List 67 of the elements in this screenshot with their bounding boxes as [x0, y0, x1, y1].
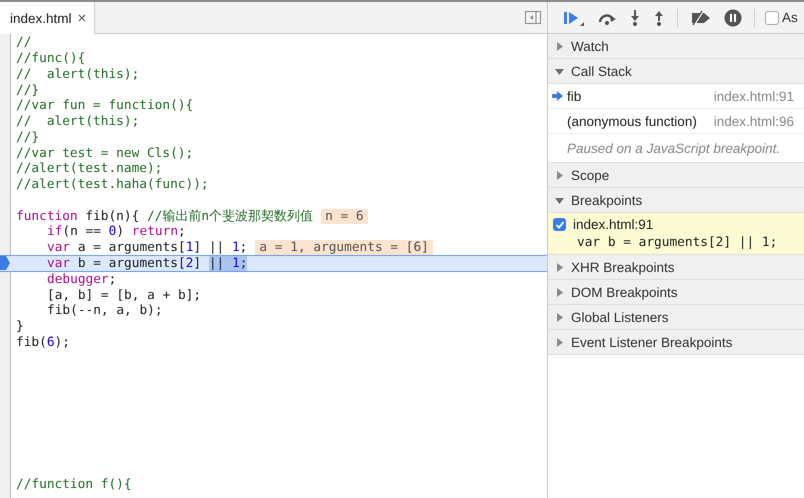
deactivate-breakpoints-icon[interactable] [690, 10, 712, 26]
frame-location: index.html:91 [714, 88, 794, 104]
section-title: Global Listeners [571, 310, 669, 324]
disclosure-triangle-icon[interactable] [555, 170, 564, 180]
code-line: //function f(){ [16, 476, 132, 492]
code-line: debugger; [47, 272, 116, 287]
breakpoint-checkbox[interactable] [553, 218, 566, 231]
code-line: //alert(test.haha(func)); [16, 177, 209, 192]
code-line: //} [16, 130, 40, 145]
code-line: [a, b] = [b, a + b]; [47, 288, 202, 303]
call-frame[interactable]: (anonymous function) index.html:96 [548, 109, 804, 134]
code-line: //alert(test.name); [16, 161, 162, 176]
disclosure-triangle-icon[interactable] [555, 42, 564, 50]
file-tab[interactable]: index.html × [0, 2, 96, 34]
section-title: XHR Breakpoints [571, 260, 675, 274]
disclosure-triangle-icon[interactable] [555, 338, 564, 346]
section-title: Breakpoints [571, 192, 642, 208]
async-checkbox[interactable] [765, 10, 779, 24]
code-line: // alert(this); [16, 114, 140, 130]
section-title: DOM Breakpoints [571, 284, 678, 300]
step-out-icon[interactable] [653, 8, 665, 26]
code-line: //var fun = function(){ [16, 98, 194, 114]
breakpoint-location: index.html:91 [573, 217, 654, 232]
code-line: //func(){ [16, 51, 86, 66]
disclosure-triangle-icon[interactable] [555, 288, 564, 296]
breakpoint-code: var b = arguments[2] || 1; [576, 235, 778, 250]
code-line: fib(6); [16, 334, 70, 350]
close-icon[interactable]: × [78, 10, 86, 26]
inline-value: a = 1, arguments = [6] [255, 240, 433, 256]
section-header[interactable]: Call Stack [548, 59, 804, 84]
pause-icon[interactable] [724, 8, 742, 26]
frame-location: index.html:96 [714, 114, 794, 128]
execution-marker-icon [0, 256, 10, 270]
code-line: // [16, 35, 32, 50]
section-header[interactable]: DOM Breakpoints [548, 280, 804, 305]
section-header[interactable]: Global Listeners [548, 305, 804, 330]
section-header[interactable]: Watch [548, 34, 804, 59]
disclosure-triangle-icon[interactable] [555, 66, 564, 76]
code-line: function fib(n){ //输出前n个斐波那契数列值 [16, 208, 314, 225]
code-line: } [16, 319, 24, 334]
disclosure-triangle-icon[interactable] [555, 196, 564, 204]
frame-name: (anonymous function) [567, 114, 697, 128]
section-header[interactable]: Breakpoints [548, 188, 804, 213]
section-title: Event Listener Breakpoints [571, 334, 732, 350]
inline-value: n = 6 [321, 208, 368, 224]
call-frame[interactable]: fib index.html:91 [548, 84, 804, 109]
tab-title: index.html [10, 10, 72, 26]
code-line: var b = arguments[2] || 1; [47, 256, 248, 270]
code-line: // alert(this); [16, 66, 140, 82]
code-line: if(n == 0) return; [47, 224, 186, 240]
step-into-icon[interactable] [629, 8, 641, 26]
disclosure-triangle-icon[interactable] [555, 312, 564, 322]
panel-toggle-icon[interactable] [525, 11, 541, 24]
frame-name: fib [567, 88, 582, 104]
section-title: Watch [571, 38, 609, 54]
code-line: //var test = new Cls(); [16, 146, 194, 161]
section-header[interactable]: XHR Breakpoints [548, 255, 804, 280]
code-line: fib(--n, a, b); [47, 303, 163, 318]
checkbox-label: As [782, 10, 798, 25]
code-line: //} [16, 82, 40, 98]
section-title: Call Stack [571, 64, 632, 78]
section-header[interactable]: Event Listener Breakpoints [548, 330, 804, 355]
section-header[interactable]: Scope [548, 163, 804, 188]
disclosure-triangle-icon[interactable] [555, 262, 564, 272]
code-line: var a = arguments[1] || 1; [47, 240, 248, 256]
section-title: Scope [571, 168, 610, 182]
breakpoint-item[interactable]: index.html:91 var b = arguments[2] || 1; [548, 213, 804, 255]
